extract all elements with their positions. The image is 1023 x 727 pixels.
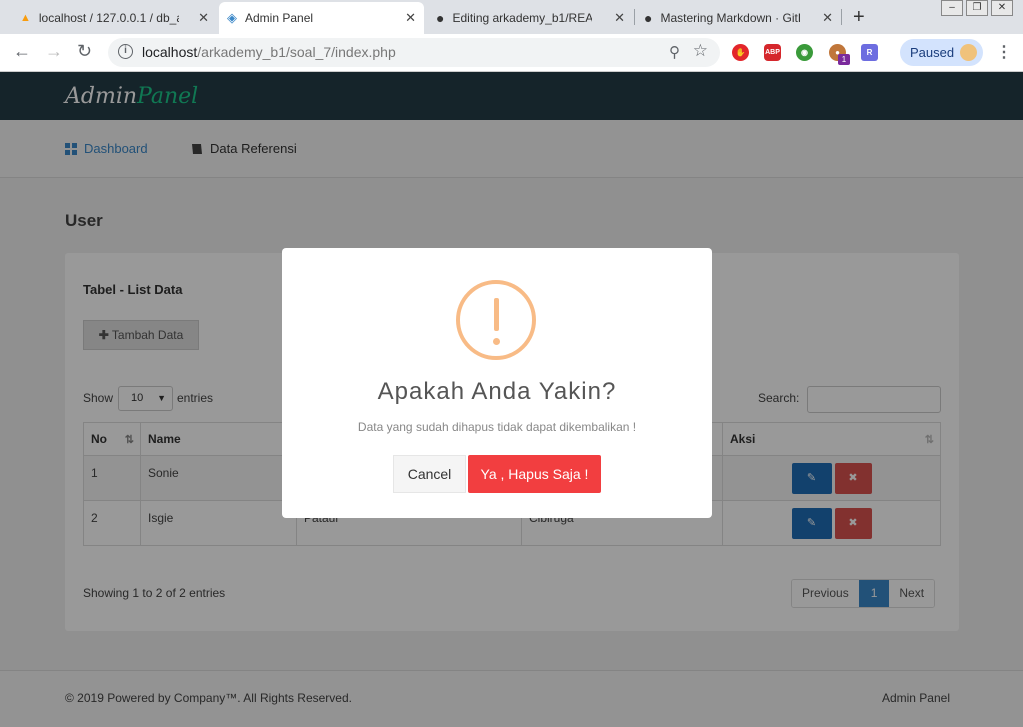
- extension-badge: 1: [838, 54, 850, 65]
- browser-tabstrip: ▲ localhost / 127.0.0.1 / db_arka ✕ ◈ Ad…: [0, 0, 1023, 34]
- dialog-text: Data yang sudah dihapus tidak dapat dike…: [357, 420, 637, 434]
- confirm-dialog: Apakah Anda Yakin? Data yang sudah dihap…: [282, 248, 712, 518]
- tab-phpmyadmin[interactable]: ▲ localhost / 127.0.0.1 / db_arka ✕: [12, 2, 217, 34]
- tab-separator: [634, 9, 635, 25]
- warning-icon: [456, 280, 536, 360]
- close-tab-icon[interactable]: ✕: [198, 10, 209, 26]
- zoom-icon[interactable]: ⚲: [669, 43, 680, 61]
- tab-admin-panel[interactable]: ◈ Admin Panel ✕: [219, 2, 424, 34]
- tab-mastering-markdown[interactable]: ● Mastering Markdown · GitHub ✕: [636, 2, 841, 34]
- info-icon[interactable]: i: [118, 44, 133, 59]
- tab-title: Editing arkademy_b1/README: [452, 11, 593, 25]
- close-tab-icon[interactable]: ✕: [614, 10, 625, 26]
- profile-button[interactable]: Paused: [900, 39, 983, 66]
- tab-separator: [841, 9, 842, 25]
- tab-editing-readme[interactable]: ● Editing arkademy_b1/README ✕: [428, 2, 633, 34]
- stop-extension-icon[interactable]: ✋: [732, 44, 749, 61]
- tab-title: localhost / 127.0.0.1 / db_arka: [38, 11, 179, 25]
- more-menu-icon[interactable]: ⋮: [996, 42, 1012, 62]
- url-host: localhost: [142, 44, 198, 60]
- back-icon[interactable]: ←: [13, 41, 31, 62]
- layers-icon: ◈: [227, 10, 237, 25]
- browser-toolbar: ← → ↻ i localhost/arkademy_b1/soal_7/ind…: [0, 34, 1023, 72]
- cancel-button[interactable]: Cancel: [393, 455, 466, 493]
- close-tab-icon[interactable]: ✕: [822, 10, 833, 26]
- bookmark-star-icon[interactable]: ☆: [693, 41, 708, 61]
- window-controls: – ❐ ✕: [938, 0, 1013, 16]
- globe-extension-icon[interactable]: ◉: [796, 44, 813, 61]
- url-path: /arkademy_b1/soal_7/index.php: [197, 44, 396, 60]
- forward-icon[interactable]: →: [45, 41, 63, 62]
- warning-bar: [494, 298, 499, 331]
- github-icon: ●: [436, 10, 445, 26]
- new-tab-icon[interactable]: +: [853, 6, 865, 29]
- avatar: [960, 44, 977, 61]
- tab-title: Admin Panel: [245, 11, 314, 25]
- close-tab-icon[interactable]: ✕: [405, 10, 416, 26]
- warning-dot: [493, 338, 500, 345]
- dialog-title: Apakah Anda Yakin?: [377, 378, 617, 405]
- github-icon: ●: [644, 10, 653, 26]
- confirm-delete-button[interactable]: Ya , Hapus Saja !: [468, 455, 601, 493]
- profile-status: Paused: [910, 45, 955, 60]
- tab-title: Mastering Markdown · GitHub: [660, 11, 800, 25]
- minimize-icon[interactable]: –: [941, 0, 963, 16]
- close-window-icon[interactable]: ✕: [991, 0, 1013, 16]
- adblock-icon[interactable]: ABP: [764, 44, 781, 61]
- pma-icon: ▲: [20, 12, 31, 24]
- url-text[interactable]: localhost/arkademy_b1/soal_7/index.php: [142, 44, 396, 60]
- reload-icon[interactable]: ↻: [77, 41, 92, 62]
- r-extension-icon[interactable]: R: [861, 44, 878, 61]
- address-bar[interactable]: i localhost/arkademy_b1/soal_7/index.php…: [108, 38, 720, 67]
- maximize-icon[interactable]: ❐: [966, 0, 988, 16]
